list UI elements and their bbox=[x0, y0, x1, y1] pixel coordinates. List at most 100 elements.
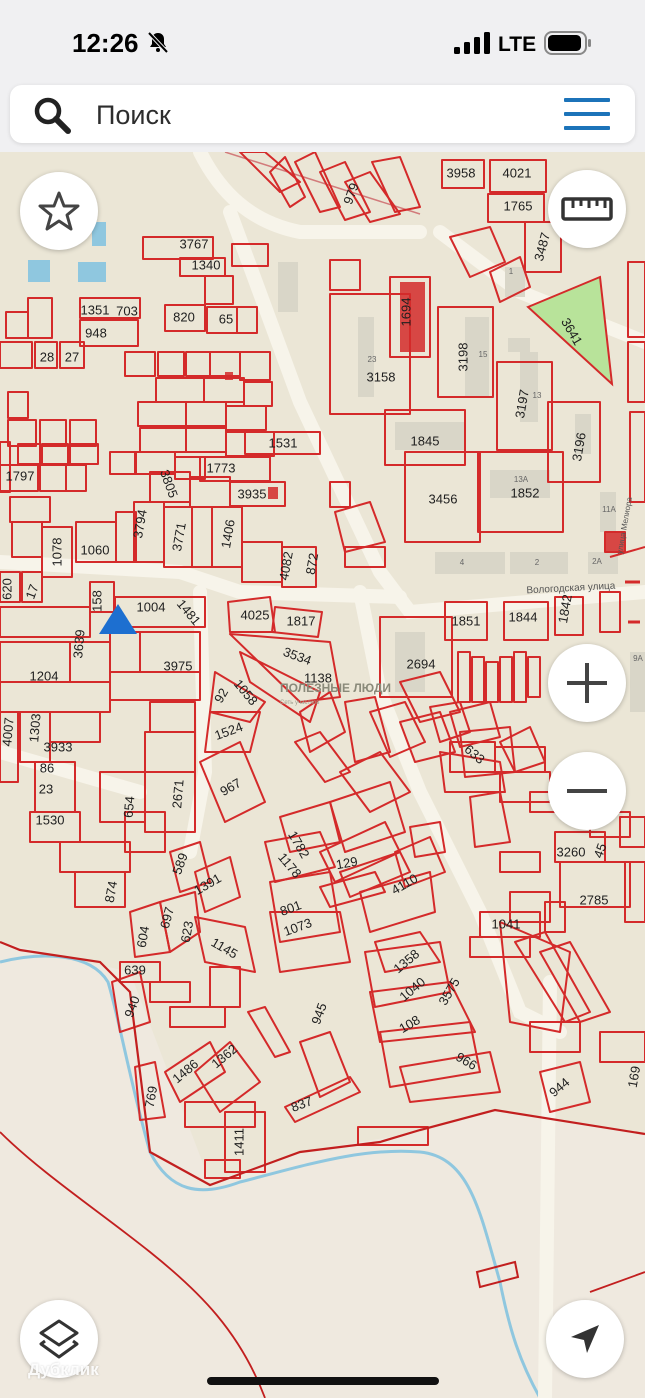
parcel-label: 623 bbox=[178, 920, 197, 944]
building-number: 15 bbox=[479, 350, 488, 359]
parcel-label: 1073 bbox=[281, 915, 313, 939]
parcel-label: 3197 bbox=[512, 388, 532, 419]
building-number: 11А bbox=[602, 505, 616, 514]
parcel-label: 28 bbox=[40, 349, 54, 364]
parcel-label: 2694 bbox=[407, 656, 436, 671]
parcel-label: 1362 bbox=[208, 1041, 240, 1071]
street-label: Вологодская улица bbox=[526, 581, 616, 597]
parcel-label: 3975 bbox=[164, 658, 193, 673]
search-bar bbox=[10, 85, 635, 143]
parcel-label: 654 bbox=[121, 795, 138, 818]
building-number: 23 bbox=[368, 355, 377, 364]
parcel-label: 967 bbox=[217, 775, 243, 799]
parcel-label: 801 bbox=[278, 897, 304, 919]
parcel-label: 944 bbox=[546, 1074, 572, 1099]
ruler-icon bbox=[561, 197, 613, 221]
parcel-label: 4025 bbox=[241, 607, 270, 622]
minus-icon bbox=[567, 789, 607, 793]
parcel-label: 3534 bbox=[281, 644, 313, 668]
parcel-label: 23 bbox=[39, 781, 53, 796]
building-number: 13А bbox=[514, 475, 529, 484]
parcel-label: 1204 bbox=[30, 668, 59, 683]
cadastral-map[interactable]: 3958 4021 1765 979 3487 3767 1340 1351 703 948 820… bbox=[0, 152, 645, 1398]
parcel-label: 3456 bbox=[429, 491, 458, 506]
zoom-out-button[interactable] bbox=[548, 752, 626, 830]
parcel-label: 948 bbox=[85, 325, 107, 340]
parcel-label: 1524 bbox=[212, 719, 244, 743]
parcel-label: 945 bbox=[308, 1001, 330, 1027]
street-label: улица Мелиора bbox=[615, 496, 634, 555]
home-indicator[interactable] bbox=[207, 1377, 439, 1385]
parcel-label: 1351 bbox=[81, 302, 110, 317]
zoom-in-button[interactable] bbox=[548, 644, 626, 722]
building-number: 4 bbox=[460, 558, 465, 567]
building-number: 1 bbox=[509, 267, 514, 276]
network-type: LTE bbox=[498, 33, 537, 56]
search-icon[interactable] bbox=[32, 95, 72, 135]
parcel-label: 940 bbox=[121, 994, 143, 1020]
parcel-label: 1844 bbox=[509, 609, 538, 624]
parcel-label: 1303 bbox=[26, 713, 43, 743]
parcel-label: 1041 bbox=[492, 916, 521, 931]
parcel-label: 837 bbox=[289, 1093, 315, 1115]
watermark-title: ПОЛЕЗНЫЕ ЛЮДИ bbox=[280, 681, 392, 695]
parcel-label: 3771 bbox=[169, 521, 189, 552]
parcel-label: 966 bbox=[453, 1049, 479, 1073]
parcel-label: 639 bbox=[124, 962, 146, 977]
parcel-label: 1060 bbox=[81, 542, 110, 557]
parcel-label: 1817 bbox=[287, 613, 316, 628]
parcel-label: 703 bbox=[116, 303, 138, 318]
parcel-label-layer: 3958 402117659793487376713401351 703948820… bbox=[0, 165, 644, 1156]
menu-icon[interactable] bbox=[564, 97, 610, 131]
parcel-label: 86 bbox=[40, 760, 54, 775]
parcel-label: 169 bbox=[625, 1065, 644, 1089]
battery-icon bbox=[544, 31, 591, 55]
parcel-label: 1058 bbox=[231, 676, 261, 708]
parcel-label: 3805 bbox=[157, 467, 181, 499]
parcel-label: 158 bbox=[89, 590, 104, 612]
brand-label: Дубклик bbox=[28, 1360, 99, 1379]
ruler-button[interactable] bbox=[548, 170, 626, 248]
parcel-label: 1530 bbox=[36, 812, 65, 827]
parcel-label: 1411 bbox=[231, 1128, 246, 1156]
plus-icon bbox=[567, 663, 607, 703]
search-input[interactable] bbox=[94, 93, 528, 137]
parcel-label: 108 bbox=[396, 1012, 422, 1036]
parcel-label: 3935 bbox=[238, 486, 267, 501]
parcel-label: 769 bbox=[142, 1085, 161, 1109]
parcel-label: 979 bbox=[340, 181, 362, 207]
parcel-label: 633 bbox=[462, 741, 488, 766]
parcel-label: 1391 bbox=[191, 870, 224, 897]
parcel-label: 589 bbox=[169, 851, 191, 877]
parcel-label: 1845 bbox=[411, 433, 440, 448]
parcel-label: 3260 bbox=[557, 844, 586, 859]
parcel-label: 604 bbox=[134, 925, 153, 949]
parcel-label: 4021 bbox=[503, 165, 532, 180]
navigation-arrow-icon bbox=[571, 1325, 599, 1353]
parcel-label: 92 bbox=[211, 685, 231, 705]
parcel-label: 65 bbox=[219, 311, 233, 326]
signal-icon bbox=[454, 32, 490, 54]
parcel-label: 697 bbox=[157, 905, 177, 930]
parcel-label: 129 bbox=[335, 854, 359, 873]
parcel-label: 4082 bbox=[276, 550, 296, 581]
parcel-label: 4007 bbox=[0, 717, 17, 747]
parcel-label: 3196 bbox=[569, 431, 589, 462]
parcel-label: 3198 bbox=[455, 343, 470, 372]
parcel-label: 1842 bbox=[555, 593, 575, 624]
locate-button[interactable] bbox=[546, 1300, 624, 1378]
favorites-button[interactable] bbox=[20, 172, 98, 250]
status-bar: 12:26 LTE bbox=[0, 0, 645, 80]
parcel-label: 1340 bbox=[192, 257, 221, 272]
parcel-label: 45 bbox=[590, 841, 609, 860]
parcel-label: 620 bbox=[0, 578, 14, 600]
parcel-label: 1486 bbox=[169, 1056, 201, 1086]
parcel-label: 1145 bbox=[209, 935, 241, 962]
parcel-label: 3158 bbox=[367, 369, 396, 384]
parcel-label: 1694 bbox=[398, 298, 413, 327]
parcel-label: 3794 bbox=[130, 508, 150, 539]
parcel-label: 1852 bbox=[511, 485, 540, 500]
parcel-label: 1004 bbox=[137, 599, 166, 614]
parcel-label: 27 bbox=[65, 349, 79, 364]
star-icon bbox=[38, 191, 80, 231]
